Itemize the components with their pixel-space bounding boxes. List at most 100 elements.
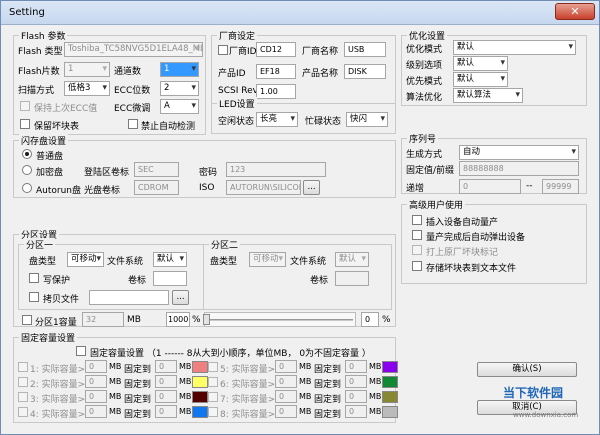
settings-window: Setting ✕ Flash 参数 Flash 类型 Toshiba_TC58… — [0, 0, 600, 435]
fixed-row-6-checkbox[interactable] — [208, 377, 218, 387]
p1-percent-input[interactable]: 1000 — [166, 312, 190, 327]
fixed-row-3-checkbox[interactable] — [18, 392, 28, 402]
p1-write-protect-checkbox[interactable] — [29, 273, 39, 283]
p1-volume-input[interactable] — [153, 271, 187, 286]
watermark-logo: 当下软件园 — [503, 384, 563, 401]
fixed-row-5-color-swatch[interactable] — [382, 361, 398, 373]
vendor-id-checkbox[interactable] — [218, 45, 228, 55]
fixed-row-6-actual-input[interactable]: 0 — [275, 375, 297, 388]
fixed-row-1-checkbox[interactable] — [18, 362, 28, 372]
level-option-select[interactable]: 默认 — [453, 56, 508, 71]
vendor-legend: 厂商设定 — [217, 29, 258, 42]
fixed-row-1-fixed-input[interactable]: 0 — [155, 360, 177, 373]
p2-percent-sign: % — [382, 315, 391, 325]
normal-disk-radio[interactable] — [22, 149, 32, 159]
keep-ecc-checkbox[interactable] — [20, 101, 30, 111]
flash-chips-select[interactable]: 1 — [64, 62, 110, 77]
p1-capacity-input[interactable]: 32 — [82, 312, 124, 327]
cd-volume-input[interactable]: CDROM — [134, 180, 179, 195]
encrypt-disk-radio[interactable] — [22, 165, 32, 175]
partition-ratio-slider[interactable] — [203, 312, 356, 327]
scsi-rev-label: SCSI Rev — [218, 86, 258, 96]
serial-inc-from-input[interactable]: 0 — [459, 179, 521, 194]
fixed-row-2-fixed-input[interactable]: 0 — [155, 375, 177, 388]
fixed-row-5-checkbox[interactable] — [208, 362, 218, 372]
optimize-mode-select[interactable]: 默认 — [453, 40, 576, 55]
auto-eject-checkbox[interactable] — [412, 230, 422, 240]
fixed-capacity-checkbox[interactable] — [76, 346, 86, 356]
fixed-row-1-color-swatch[interactable] — [192, 361, 208, 373]
iso-browse-button[interactable]: ... — [303, 180, 320, 195]
fixed-row-7-color-swatch[interactable] — [382, 391, 398, 403]
fixed-row-6-label: 6: 实际容量>= — [220, 380, 283, 390]
serial-gen-select[interactable]: 自动 — [459, 145, 579, 160]
fixed-row-5-fix-label: 固定到 — [314, 365, 342, 375]
ok-button[interactable]: 确认(S) — [477, 362, 577, 377]
fixed-row-2-checkbox[interactable] — [18, 377, 28, 387]
fixed-row-4-checkbox[interactable] — [18, 407, 28, 417]
fixed-row-3-unit-1: MB — [109, 392, 122, 401]
p1-volume-label: 卷标 — [128, 276, 147, 286]
p2-fs-select[interactable]: 默认 — [335, 252, 369, 267]
fixed-row-8-actual-input[interactable]: 0 — [275, 405, 297, 418]
fixed-row-8-fixed-input[interactable]: 0 — [345, 405, 367, 418]
priority-mode-select[interactable]: 默认 — [453, 72, 508, 87]
fixed-row-3-actual-input[interactable]: 0 — [85, 390, 107, 403]
serial-inc-to-input[interactable]: 99999 — [542, 179, 579, 194]
fixed-row-2-color-swatch[interactable] — [192, 376, 208, 388]
p2-disktype-select[interactable]: 可移动 — [249, 252, 286, 267]
flash-type-select[interactable]: Toshiba_TC58NVG5D1ELA48_MLC — [64, 42, 203, 57]
fixed-row-3-color-swatch[interactable] — [192, 391, 208, 403]
slider-thumb[interactable] — [203, 314, 210, 325]
fixed-row-4-color-swatch[interactable] — [192, 406, 208, 418]
product-name-input[interactable]: DISK — [344, 64, 386, 79]
p2-percent-input[interactable]: 0 — [361, 312, 379, 327]
ecc-fine-select[interactable]: A — [160, 99, 199, 114]
scsi-rev-input[interactable]: 1.00 — [256, 84, 296, 99]
p1-capacity-unit: MB — [127, 315, 141, 325]
title-bar[interactable]: Setting ✕ — [1, 1, 599, 25]
keep-bad-block-checkbox[interactable] — [20, 119, 30, 129]
autorun-disk-radio[interactable] — [22, 183, 32, 193]
p1-browse-button[interactable]: ... — [172, 290, 189, 305]
p1-fs-select[interactable]: 默认 — [153, 252, 187, 267]
fixed-row-7-checkbox[interactable] — [208, 392, 218, 402]
fixed-row-1-actual-input[interactable]: 0 — [85, 360, 107, 373]
fixed-row-6-color-swatch[interactable] — [382, 376, 398, 388]
fixed-row-7-actual-input[interactable]: 0 — [275, 390, 297, 403]
product-id-input[interactable]: EF18 — [256, 64, 296, 79]
fixed-row-3-fixed-input[interactable]: 0 — [155, 390, 177, 403]
fixed-row-6-fixed-input[interactable]: 0 — [345, 375, 367, 388]
close-button[interactable]: ✕ — [555, 3, 595, 20]
p2-volume-input[interactable] — [335, 271, 369, 286]
ecc-bits-select[interactable]: 2 — [160, 81, 199, 96]
fixed-row-4-actual-input[interactable]: 0 — [85, 405, 107, 418]
busy-state-select[interactable]: 快闪 — [346, 112, 388, 127]
password-input[interactable]: 123 — [226, 162, 326, 177]
no-auto-detect-checkbox[interactable] — [128, 119, 138, 129]
p1-capacity-checkbox[interactable] — [22, 315, 32, 325]
algo-optimize-select[interactable]: 默认算法 — [453, 88, 523, 103]
vendor-name-label: 厂商名称 — [302, 47, 339, 57]
fixed-row-7-fixed-input[interactable]: 0 — [345, 390, 367, 403]
fixed-row-2-actual-input[interactable]: 0 — [85, 375, 107, 388]
serial-prefix-input[interactable]: 88888888 — [459, 161, 579, 176]
vendor-id-input[interactable]: CD12 — [256, 42, 296, 57]
iso-path-input[interactable]: AUTORUN\SILICONG — [226, 180, 301, 195]
fixed-row-4-fixed-input[interactable]: 0 — [155, 405, 177, 418]
p1-copy-files-checkbox[interactable] — [29, 292, 39, 302]
vendor-name-input[interactable]: USB — [344, 42, 386, 57]
fixed-row-5-actual-input[interactable]: 0 — [275, 360, 297, 373]
fixed-row-5-fixed-input[interactable]: 0 — [345, 360, 367, 373]
fixed-row-8-checkbox[interactable] — [208, 407, 218, 417]
idle-state-select[interactable]: 长亮 — [256, 112, 298, 127]
p1-disktype-select[interactable]: 可移动 — [67, 252, 104, 267]
p1-copy-files-input[interactable] — [89, 290, 169, 305]
auto-produce-checkbox[interactable] — [412, 215, 422, 225]
save-bad-table-checkbox[interactable] — [412, 261, 422, 271]
scan-mode-select[interactable]: 低格3 — [64, 81, 110, 96]
channel-select[interactable]: 1 — [160, 62, 199, 77]
login-volume-input[interactable]: SEC — [134, 162, 179, 177]
mark-bad-block-checkbox[interactable] — [412, 245, 422, 255]
fixed-row-8-color-swatch[interactable] — [382, 406, 398, 418]
